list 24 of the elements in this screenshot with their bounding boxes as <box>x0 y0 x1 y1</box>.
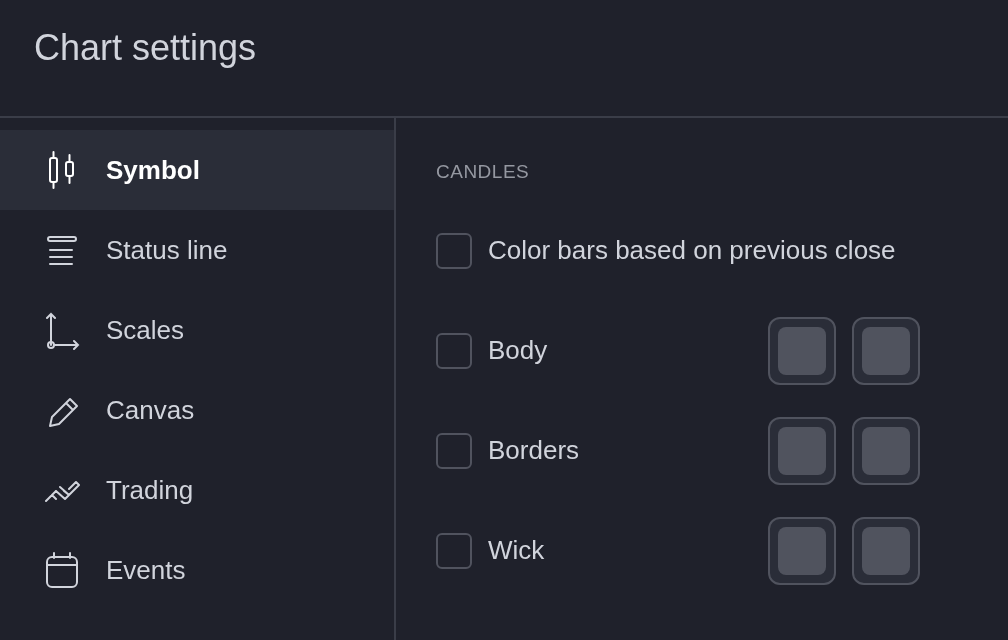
calendar-icon <box>44 550 80 590</box>
axes-icon <box>44 310 80 350</box>
checkbox-label: Borders <box>488 434 581 467</box>
sidebar-item[interactable]: Scales <box>0 290 394 370</box>
checkbox-label: Wick <box>488 534 546 567</box>
sidebar-item[interactable]: Symbol <box>0 130 394 210</box>
color-swatch[interactable] <box>768 516 836 585</box>
color-swatch[interactable] <box>852 516 920 585</box>
checkbox-label: Body <box>488 334 549 367</box>
color-swatch[interactable] <box>768 316 836 385</box>
checkbox[interactable] <box>436 232 472 269</box>
checkbox[interactable] <box>436 332 472 369</box>
checkbox[interactable] <box>436 432 472 469</box>
color-swatch[interactable] <box>768 416 836 485</box>
sidebar-item[interactable]: Trading <box>0 450 394 530</box>
color-swatch[interactable] <box>852 416 920 485</box>
window-title: Chart settings <box>34 26 257 70</box>
checkbox[interactable] <box>436 532 472 569</box>
color-swatch[interactable] <box>852 316 920 385</box>
sidebar-item[interactable]: Canvas <box>0 370 394 450</box>
sidebar-item[interactable]: Events <box>0 530 394 610</box>
section-heading: CANDLES <box>436 160 531 184</box>
checkbox-label: Color bars based on previous close <box>488 234 896 267</box>
sidebar-item[interactable]: Status line <box>0 210 394 290</box>
